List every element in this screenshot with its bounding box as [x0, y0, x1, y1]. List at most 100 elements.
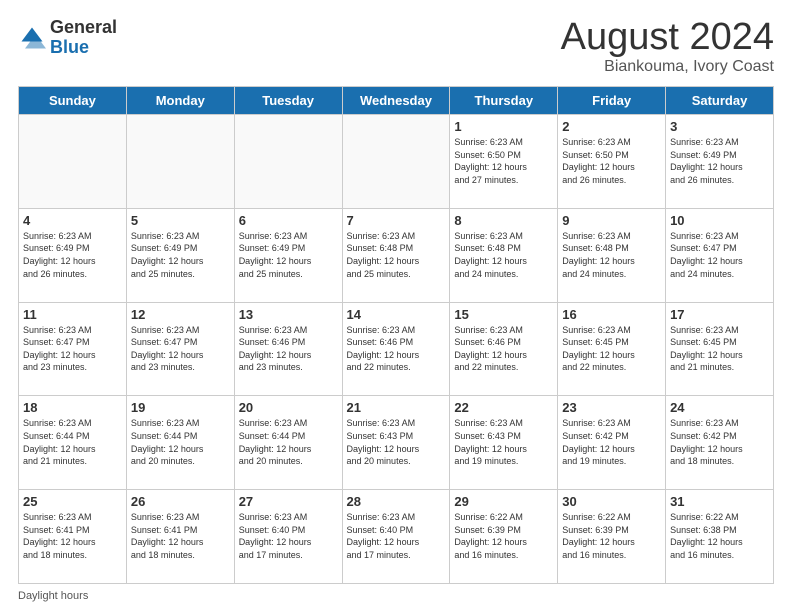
calendar-cell: 2Sunrise: 6:23 AM Sunset: 6:50 PM Daylig… [558, 115, 666, 209]
day-number: 14 [347, 307, 446, 322]
calendar-week-row: 1 Sunrise: 6:23 AM Sunset: 6:50 PM Daylig… [19, 115, 774, 209]
weekday-header: Wednesday [342, 87, 450, 115]
calendar-week-row: 18 Sunrise: 6:23 AM Sunset: 6:44 PM Dayli… [19, 396, 774, 490]
day-number: 5 [131, 213, 230, 228]
calendar-cell: 8 Sunrise: 6:23 AM Sunset: 6:48 PM Daylig… [450, 208, 558, 302]
calendar-cell: 9 Sunrise: 6:23 AM Sunset: 6:48 PM Daylig… [558, 208, 666, 302]
day-number: 3 [670, 119, 769, 134]
calendar-cell: 4 Sunrise: 6:23 AM Sunset: 6:49 PM Daylig… [19, 208, 127, 302]
calendar-cell: 19 Sunrise: 6:23 AM Sunset: 6:44 PM Dayli… [126, 396, 234, 490]
day-info: Sunrise: 6:23 AM Sunset: 6:44 PM Dayligh… [23, 417, 122, 467]
day-info: Sunrise: 6:23 AM Sunset: 6:48 PM Dayligh… [562, 230, 661, 280]
day-info: Sunrise: 6:23 AM Sunset: 6:50 PM Dayligh… [562, 136, 661, 186]
calendar-cell: 21 Sunrise: 6:23 AM Sunset: 6:43 PM Dayli… [342, 396, 450, 490]
day-number: 24 [670, 400, 769, 415]
weekday-header: Sunday [19, 87, 127, 115]
day-number: 4 [23, 213, 122, 228]
calendar-header: SundayMondayTuesdayWednesdayThursdayFrid… [19, 87, 774, 115]
day-number: 26 [131, 494, 230, 509]
logo-icon [18, 24, 46, 52]
calendar-cell: 14 Sunrise: 6:23 AM Sunset: 6:46 PM Dayli… [342, 302, 450, 396]
calendar-cell: 15Sunrise: 6:23 AM Sunset: 6:46 PM Dayli… [450, 302, 558, 396]
day-number: 19 [131, 400, 230, 415]
day-info: Sunrise: 6:23 AM Sunset: 6:50 PM Dayligh… [454, 136, 553, 186]
calendar-cell: 5Sunrise: 6:23 AM Sunset: 6:49 PM Daylig… [126, 208, 234, 302]
day-info: Sunrise: 6:22 AM Sunset: 6:39 PM Dayligh… [454, 511, 553, 561]
day-info: Sunrise: 6:23 AM Sunset: 6:45 PM Dayligh… [670, 324, 769, 374]
calendar-cell: 17 Sunrise: 6:23 AM Sunset: 6:45 PM Dayli… [666, 302, 774, 396]
day-number: 20 [239, 400, 338, 415]
calendar-cell [126, 115, 234, 209]
day-info: Sunrise: 6:23 AM Sunset: 6:43 PM Dayligh… [347, 417, 446, 467]
calendar-cell: 11Sunrise: 6:23 AM Sunset: 6:47 PM Dayli… [19, 302, 127, 396]
day-info: Sunrise: 6:23 AM Sunset: 6:49 PM Dayligh… [670, 136, 769, 186]
day-number: 15 [454, 307, 553, 322]
calendar-cell: 23 Sunrise: 6:23 AM Sunset: 6:42 PM Dayli… [558, 396, 666, 490]
page: General Blue August 2024 Biankouma, Ivor… [0, 0, 792, 612]
day-number: 23 [562, 400, 661, 415]
day-info: Sunrise: 6:22 AM Sunset: 6:39 PM Dayligh… [562, 511, 661, 561]
calendar-cell [342, 115, 450, 209]
calendar-cell [19, 115, 127, 209]
day-number: 28 [347, 494, 446, 509]
day-number: 8 [454, 213, 553, 228]
day-number: 7 [347, 213, 446, 228]
location-title: Biankouma, Ivory Coast [561, 58, 774, 76]
day-info: Sunrise: 6:22 AM Sunset: 6:38 PM Dayligh… [670, 511, 769, 561]
day-number: 17 [670, 307, 769, 322]
calendar-cell: 28Sunrise: 6:23 AM Sunset: 6:40 PM Dayli… [342, 490, 450, 584]
day-info: Sunrise: 6:23 AM Sunset: 6:40 PM Dayligh… [239, 511, 338, 561]
calendar-cell [234, 115, 342, 209]
day-number: 22 [454, 400, 553, 415]
day-number: 12 [131, 307, 230, 322]
logo-text: General Blue [50, 18, 117, 58]
day-info: Sunrise: 6:23 AM Sunset: 6:48 PM Dayligh… [454, 230, 553, 280]
day-number: 13 [239, 307, 338, 322]
calendar-week-row: 4 Sunrise: 6:23 AM Sunset: 6:49 PM Daylig… [19, 208, 774, 302]
day-info: Sunrise: 6:23 AM Sunset: 6:49 PM Dayligh… [23, 230, 122, 280]
day-info: Sunrise: 6:23 AM Sunset: 6:46 PM Dayligh… [239, 324, 338, 374]
calendar-cell: 26 Sunrise: 6:23 AM Sunset: 6:41 PM Dayli… [126, 490, 234, 584]
day-number: 9 [562, 213, 661, 228]
calendar-cell: 18 Sunrise: 6:23 AM Sunset: 6:44 PM Dayli… [19, 396, 127, 490]
day-info: Sunrise: 6:23 AM Sunset: 6:41 PM Dayligh… [131, 511, 230, 561]
weekday-header: Tuesday [234, 87, 342, 115]
calendar-table: SundayMondayTuesdayWednesdayThursdayFrid… [18, 86, 774, 584]
day-info: Sunrise: 6:23 AM Sunset: 6:43 PM Dayligh… [454, 417, 553, 467]
day-number: 21 [347, 400, 446, 415]
day-info: Sunrise: 6:23 AM Sunset: 6:46 PM Dayligh… [347, 324, 446, 374]
day-info: Sunrise: 6:23 AM Sunset: 6:44 PM Dayligh… [131, 417, 230, 467]
day-number: 25 [23, 494, 122, 509]
day-number: 27 [239, 494, 338, 509]
day-number: 16 [562, 307, 661, 322]
day-number: 30 [562, 494, 661, 509]
weekday-row: SundayMondayTuesdayWednesdayThursdayFrid… [19, 87, 774, 115]
calendar-cell: 27 Sunrise: 6:23 AM Sunset: 6:40 PM Dayli… [234, 490, 342, 584]
daylight-label: Daylight hours [18, 590, 88, 602]
day-number: 10 [670, 213, 769, 228]
calendar-cell: 25Sunrise: 6:23 AM Sunset: 6:41 PM Dayli… [19, 490, 127, 584]
calendar-cell: 30 Sunrise: 6:22 AM Sunset: 6:39 PM Dayli… [558, 490, 666, 584]
day-info: Sunrise: 6:23 AM Sunset: 6:45 PM Dayligh… [562, 324, 661, 374]
day-number: 6 [239, 213, 338, 228]
header: General Blue August 2024 Biankouma, Ivor… [18, 18, 774, 76]
month-title: August 2024 [561, 18, 774, 56]
calendar-cell: 22 Sunrise: 6:23 AM Sunset: 6:43 PM Dayli… [450, 396, 558, 490]
day-info: Sunrise: 6:23 AM Sunset: 6:44 PM Dayligh… [239, 417, 338, 467]
calendar-body: 1 Sunrise: 6:23 AM Sunset: 6:50 PM Daylig… [19, 115, 774, 584]
calendar-cell: 24Sunrise: 6:23 AM Sunset: 6:42 PM Dayli… [666, 396, 774, 490]
day-number: 1 [454, 119, 553, 134]
calendar-week-row: 11Sunrise: 6:23 AM Sunset: 6:47 PM Dayli… [19, 302, 774, 396]
calendar-cell: 3 Sunrise: 6:23 AM Sunset: 6:49 PM Daylig… [666, 115, 774, 209]
calendar-week-row: 25 Sunrise: 6:23 AM Sunset: 6:41 PM Dayli… [19, 490, 774, 584]
calendar-cell: 6Sunrise: 6:23 AM Sunset: 6:49 PM Daylig… [234, 208, 342, 302]
day-info: Sunrise: 6:23 AM Sunset: 6:42 PM Dayligh… [562, 417, 661, 467]
calendar-cell: 16 Sunrise: 6:23 AM Sunset: 6:45 PM Dayli… [558, 302, 666, 396]
weekday-header: Friday [558, 87, 666, 115]
calendar-cell: 13 Sunrise: 6:23 AM Sunset: 6:46 PM Dayli… [234, 302, 342, 396]
day-number: 18 [23, 400, 122, 415]
calendar-cell: 7Sunrise: 6:23 AM Sunset: 6:48 PM Daylig… [342, 208, 450, 302]
title-block: August 2024 Biankouma, Ivory Coast [561, 18, 774, 76]
logo-general: General [50, 17, 117, 37]
day-number: 29 [454, 494, 553, 509]
